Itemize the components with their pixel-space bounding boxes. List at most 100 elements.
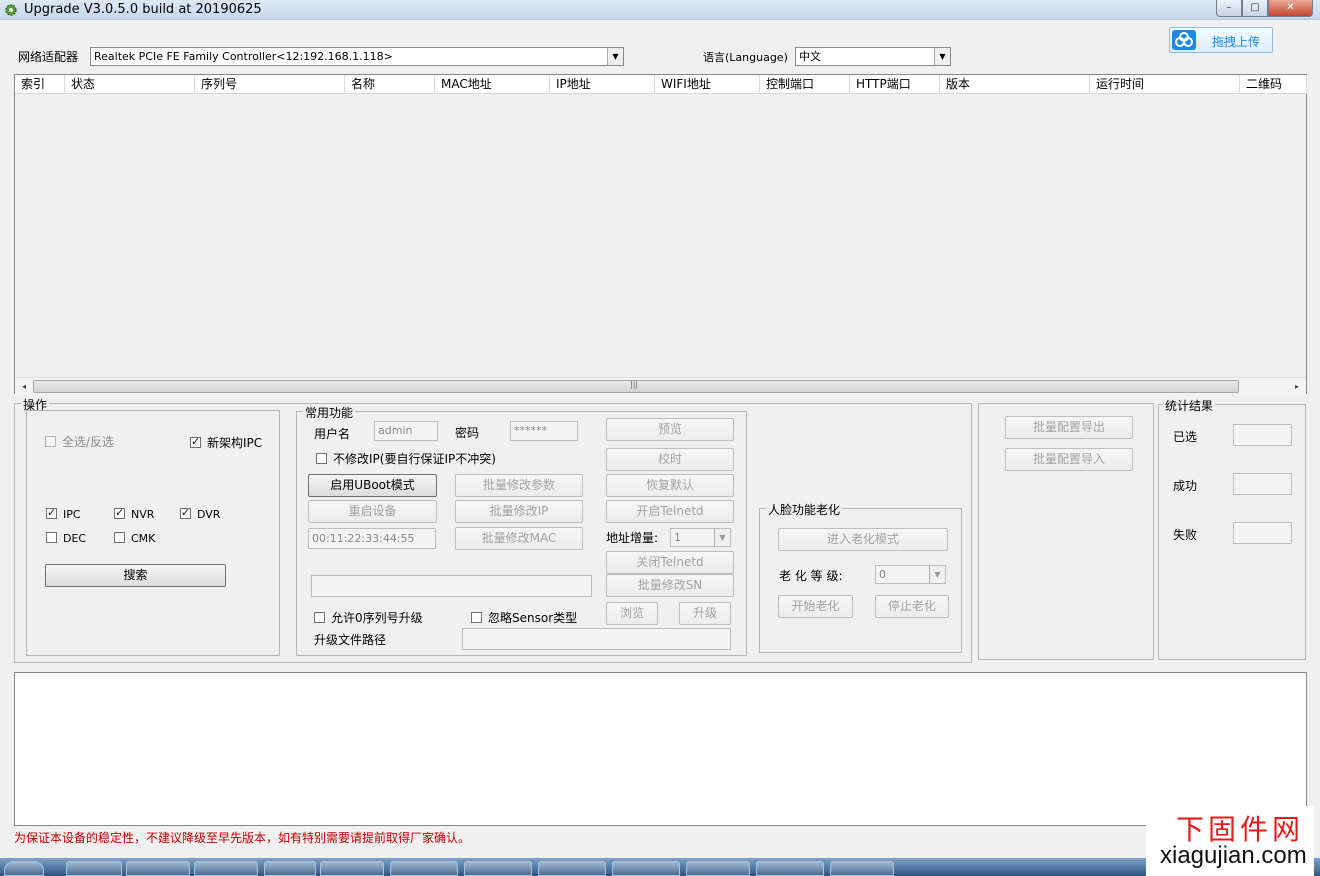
taskbar-item[interactable] [538, 861, 606, 876]
upgrade-path-field[interactable] [462, 628, 731, 650]
select-all-label: 全选/反选 [62, 435, 115, 449]
maximize-button[interactable]: □ [1242, 0, 1268, 17]
scroll-left-icon[interactable]: ◂ [17, 380, 31, 393]
batch-modify-ip-button[interactable]: 批量修改IP [455, 500, 583, 523]
reboot-device-button[interactable]: 重启设备 [308, 500, 437, 523]
new-arch-ipc-checkbox[interactable]: 新架构IPC [190, 434, 262, 451]
dvr-checkbox[interactable]: DVR [180, 506, 220, 521]
column-mac[interactable]: MAC地址 [435, 75, 550, 94]
column-uptime[interactable]: 运行时间 [1090, 75, 1240, 94]
column-http-port[interactable]: HTTP端口 [850, 75, 940, 94]
enter-aging-button[interactable]: 进入老化模式 [778, 528, 948, 551]
column-name[interactable]: 名称 [345, 75, 435, 94]
chevron-down-icon: ▼ [714, 529, 730, 546]
taskbar-item[interactable] [830, 861, 894, 876]
column-index[interactable]: 索引 [15, 75, 65, 94]
window-title: Upgrade V3.0.5.0 build at 20190625 [24, 2, 262, 17]
telnet-on-button[interactable]: 开启Telnetd [606, 500, 734, 523]
password-field[interactable]: ****** [510, 421, 578, 441]
config-panel: 批量配置导出 批量配置导入 [978, 403, 1154, 660]
taskbar-item[interactable] [686, 861, 750, 876]
taskbar-item[interactable] [464, 861, 532, 876]
mac-address-field[interactable]: 00:11:22:33:44:55 [308, 528, 436, 549]
ipc-checkbox[interactable]: IPC [46, 506, 81, 521]
aging-level-value: 0 [879, 568, 886, 581]
taskbar-item[interactable] [612, 861, 680, 876]
face-aging-group: 人脸功能老化 进入老化模式 老 化 等 级: 0 ▼ 开始老化 停止老化 [759, 501, 962, 653]
adapter-value: Realtek PCIe FE Family Controller<12:192… [94, 50, 393, 63]
aging-level-label: 老 化 等 级: [779, 569, 843, 583]
column-serial[interactable]: 序列号 [195, 75, 345, 94]
batch-config-import-button[interactable]: 批量配置导入 [1005, 448, 1133, 471]
uboot-mode-button[interactable]: 启用UBoot模式 [308, 474, 437, 497]
taskbar-item[interactable] [66, 861, 122, 876]
device-list-header: 索引 状态 序列号 名称 MAC地址 IP地址 WIFI地址 控制端口 HTTP… [15, 75, 1307, 94]
statistics-group: 统计结果 已选 成功 失败 [1158, 397, 1306, 660]
upgrade-button[interactable]: 升级 [679, 602, 731, 625]
batch-config-export-button[interactable]: 批量配置导出 [1005, 416, 1133, 439]
device-list[interactable]: 索引 状态 序列号 名称 MAC地址 IP地址 WIFI地址 控制端口 HTTP… [14, 74, 1307, 394]
no-modify-ip-label: 不修改IP(要自行保证IP不冲突) [333, 452, 496, 466]
column-control-port[interactable]: 控制端口 [760, 75, 850, 94]
taskbar [0, 858, 1320, 876]
title-bar[interactable]: Upgrade V3.0.5.0 build at 20190625 – □ ✕ [0, 0, 1320, 20]
column-qrcode[interactable]: 二维码 [1240, 75, 1307, 94]
cmk-label: CMK [131, 532, 156, 545]
allow-zero-sn-label: 允许0序列号升级 [331, 611, 423, 625]
search-button[interactable]: 搜索 [45, 564, 226, 587]
common-functions-title: 常用功能 [303, 404, 356, 421]
nvr-checkbox[interactable]: NVR [114, 506, 154, 521]
batch-modify-params-button[interactable]: 批量修改参数 [455, 474, 583, 497]
scrollbar-thumb[interactable]: ||| [33, 380, 1239, 393]
horizontal-scrollbar[interactable]: ◂ ||| ▸ [15, 377, 1306, 394]
chevron-down-icon: ▼ [934, 48, 950, 65]
dec-checkbox[interactable]: DEC [46, 532, 86, 545]
address-increment-select[interactable]: 1 ▼ [670, 528, 731, 547]
select-all-checkbox[interactable]: 全选/反选 [45, 433, 114, 450]
adapter-label: 网络适配器 [18, 50, 79, 64]
watermark-en: xiagujian.com [1160, 842, 1307, 869]
start-button[interactable] [4, 861, 44, 876]
preview-button[interactable]: 预览 [606, 418, 734, 441]
language-select[interactable]: 中文 ▼ [795, 47, 951, 66]
start-aging-button[interactable]: 开始老化 [778, 595, 853, 618]
taskbar-item[interactable] [390, 861, 458, 876]
no-modify-ip-checkbox[interactable]: 不修改IP(要自行保证IP不冲突) [316, 450, 496, 467]
minimize-button[interactable]: – [1216, 0, 1242, 17]
common-functions-group: 常用功能 用户名 admin 密码 ****** 不修改IP(要自行保证IP不冲… [296, 404, 747, 656]
drag-upload-button[interactable]: 拖拽上传 [1169, 27, 1273, 53]
taskbar-item[interactable] [194, 861, 258, 876]
cmk-checkbox[interactable]: CMK [114, 532, 155, 545]
column-version[interactable]: 版本 [940, 75, 1090, 94]
taskbar-item[interactable] [320, 861, 384, 876]
telnet-off-button[interactable]: 关闭Telnetd [606, 551, 734, 574]
allow-zero-sn-checkbox[interactable]: 允许0序列号升级 [314, 609, 423, 626]
stop-aging-button[interactable]: 停止老化 [875, 595, 949, 618]
browse-button[interactable]: 浏览 [606, 602, 658, 625]
scroll-right-icon[interactable]: ▸ [1290, 380, 1304, 393]
username-field[interactable]: admin [374, 421, 438, 441]
restore-default-button[interactable]: 恢复默认 [606, 474, 734, 497]
success-label: 成功 [1173, 479, 1198, 493]
batch-modify-mac-button[interactable]: 批量修改MAC [455, 527, 583, 550]
close-button[interactable]: ✕ [1268, 0, 1313, 17]
taskbar-item[interactable] [756, 861, 824, 876]
batch-modify-sn-button[interactable]: 批量修改SN [606, 574, 734, 597]
aging-level-select[interactable]: 0 ▼ [875, 565, 946, 584]
column-ip[interactable]: IP地址 [550, 75, 655, 94]
column-status[interactable]: 状态 [65, 75, 195, 94]
fail-label: 失败 [1173, 528, 1198, 542]
time-sync-button[interactable]: 校时 [606, 448, 734, 471]
ipc-label: IPC [63, 508, 81, 521]
selected-count-field [1233, 424, 1292, 446]
ignore-sensor-label: 忽略Sensor类型 [488, 611, 578, 625]
log-textarea[interactable] [14, 672, 1307, 826]
column-wifi[interactable]: WIFI地址 [655, 75, 760, 94]
taskbar-item[interactable] [126, 861, 190, 876]
upgrade-path-label: 升级文件路径 [314, 633, 387, 647]
taskbar-item[interactable] [264, 861, 316, 876]
success-count-field [1233, 473, 1292, 495]
selected-label: 已选 [1173, 430, 1198, 444]
adapter-select[interactable]: Realtek PCIe FE Family Controller<12:192… [90, 47, 624, 66]
ignore-sensor-checkbox[interactable]: 忽略Sensor类型 [471, 609, 577, 626]
